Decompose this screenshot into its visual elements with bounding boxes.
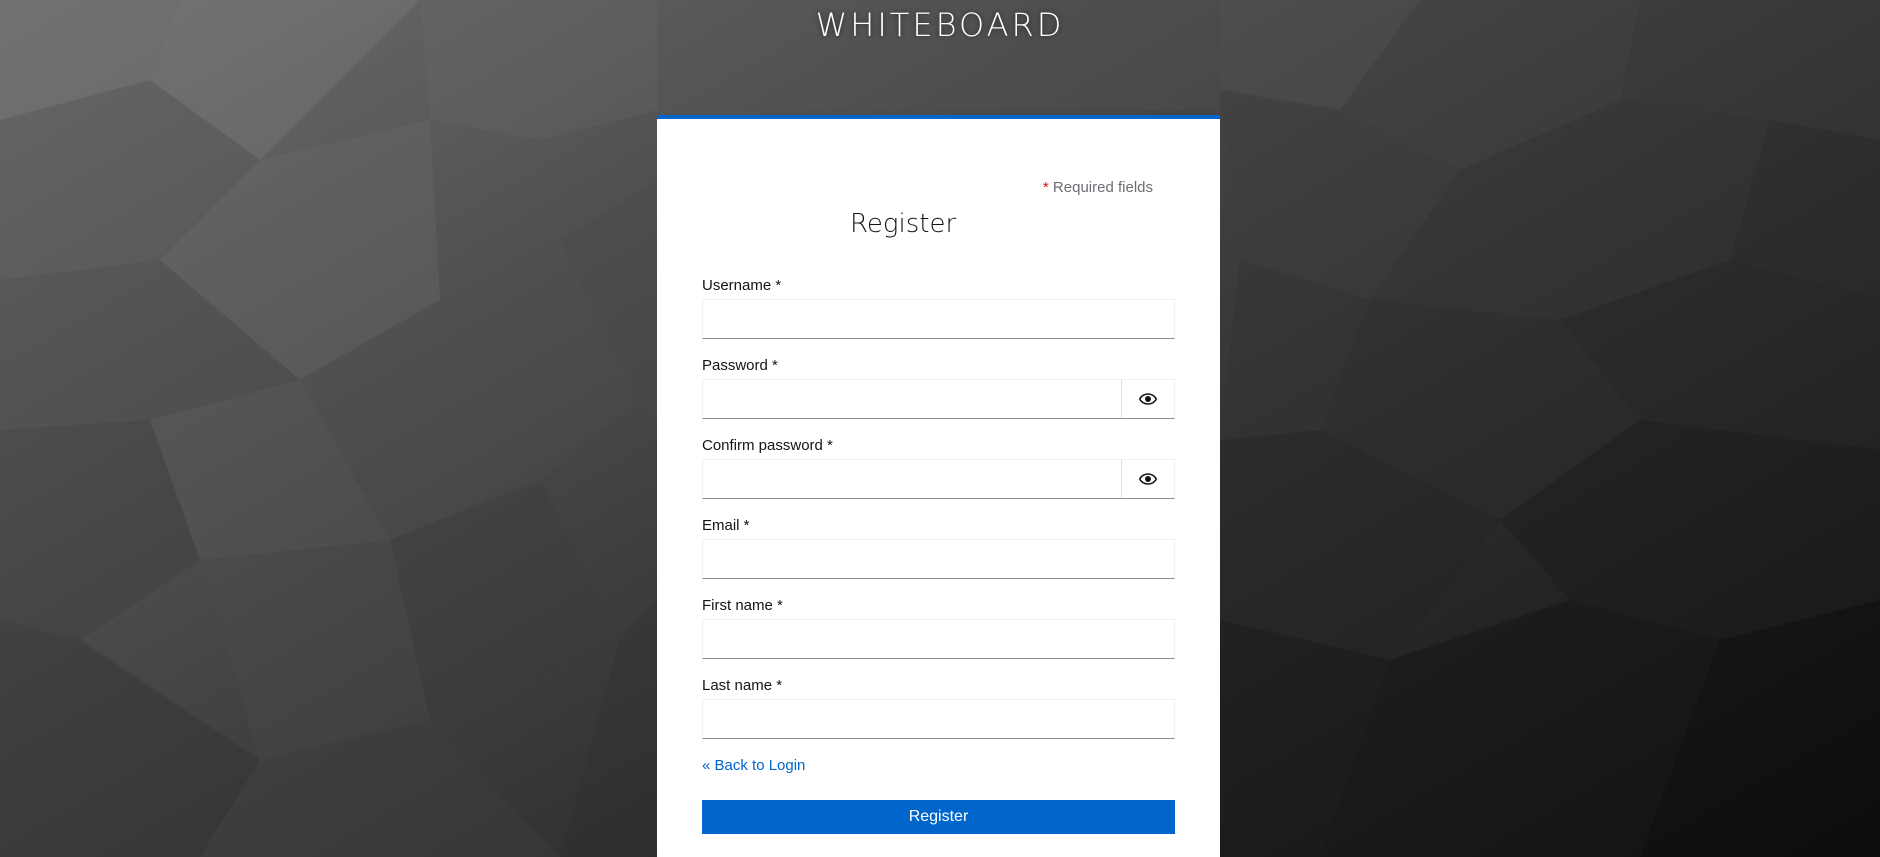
confirm-password-field-group: Confirm password *: [702, 436, 1175, 499]
confirm-password-input-wrap: [702, 459, 1175, 499]
first-name-label: First name *: [702, 597, 783, 614]
confirm-password-input[interactable]: [703, 460, 1121, 498]
first-name-field-group: First name *: [702, 596, 1175, 659]
eye-icon: [1139, 393, 1157, 405]
first-name-input-wrap: [702, 619, 1175, 659]
password-input-wrap: [702, 379, 1175, 419]
username-input-wrap: [702, 299, 1175, 339]
register-card: * Required fields Register Username * Pa…: [657, 115, 1220, 857]
username-input[interactable]: [703, 300, 1174, 338]
username-label: Username *: [702, 277, 782, 294]
register-button[interactable]: Register: [702, 800, 1175, 834]
password-field-group: Password *: [702, 356, 1175, 419]
app-brand-title: WHITEBOARD: [815, 6, 1065, 44]
last-name-label: Last name *: [702, 677, 783, 694]
last-name-input-wrap: [702, 699, 1175, 739]
last-name-input[interactable]: [703, 700, 1174, 738]
page-title: Register: [850, 209, 957, 239]
email-label: Email *: [702, 517, 750, 534]
required-fields-note: * Required fields: [1043, 179, 1153, 196]
required-fields-text: Required fields: [1048, 179, 1153, 196]
confirm-password-label: Confirm password *: [702, 437, 833, 454]
show-password-button[interactable]: [1121, 380, 1174, 418]
last-name-field-group: Last name *: [702, 676, 1175, 739]
password-input[interactable]: [703, 380, 1121, 418]
eye-icon: [1139, 473, 1157, 485]
username-field-group: Username *: [702, 276, 1175, 339]
email-field-group: Email *: [702, 516, 1175, 579]
first-name-input[interactable]: [703, 620, 1174, 658]
show-confirm-password-button[interactable]: [1121, 460, 1174, 498]
email-input[interactable]: [703, 540, 1174, 578]
email-input-wrap: [702, 539, 1175, 579]
back-to-login-link[interactable]: « Back to Login: [702, 757, 805, 774]
password-label: Password *: [702, 357, 778, 374]
